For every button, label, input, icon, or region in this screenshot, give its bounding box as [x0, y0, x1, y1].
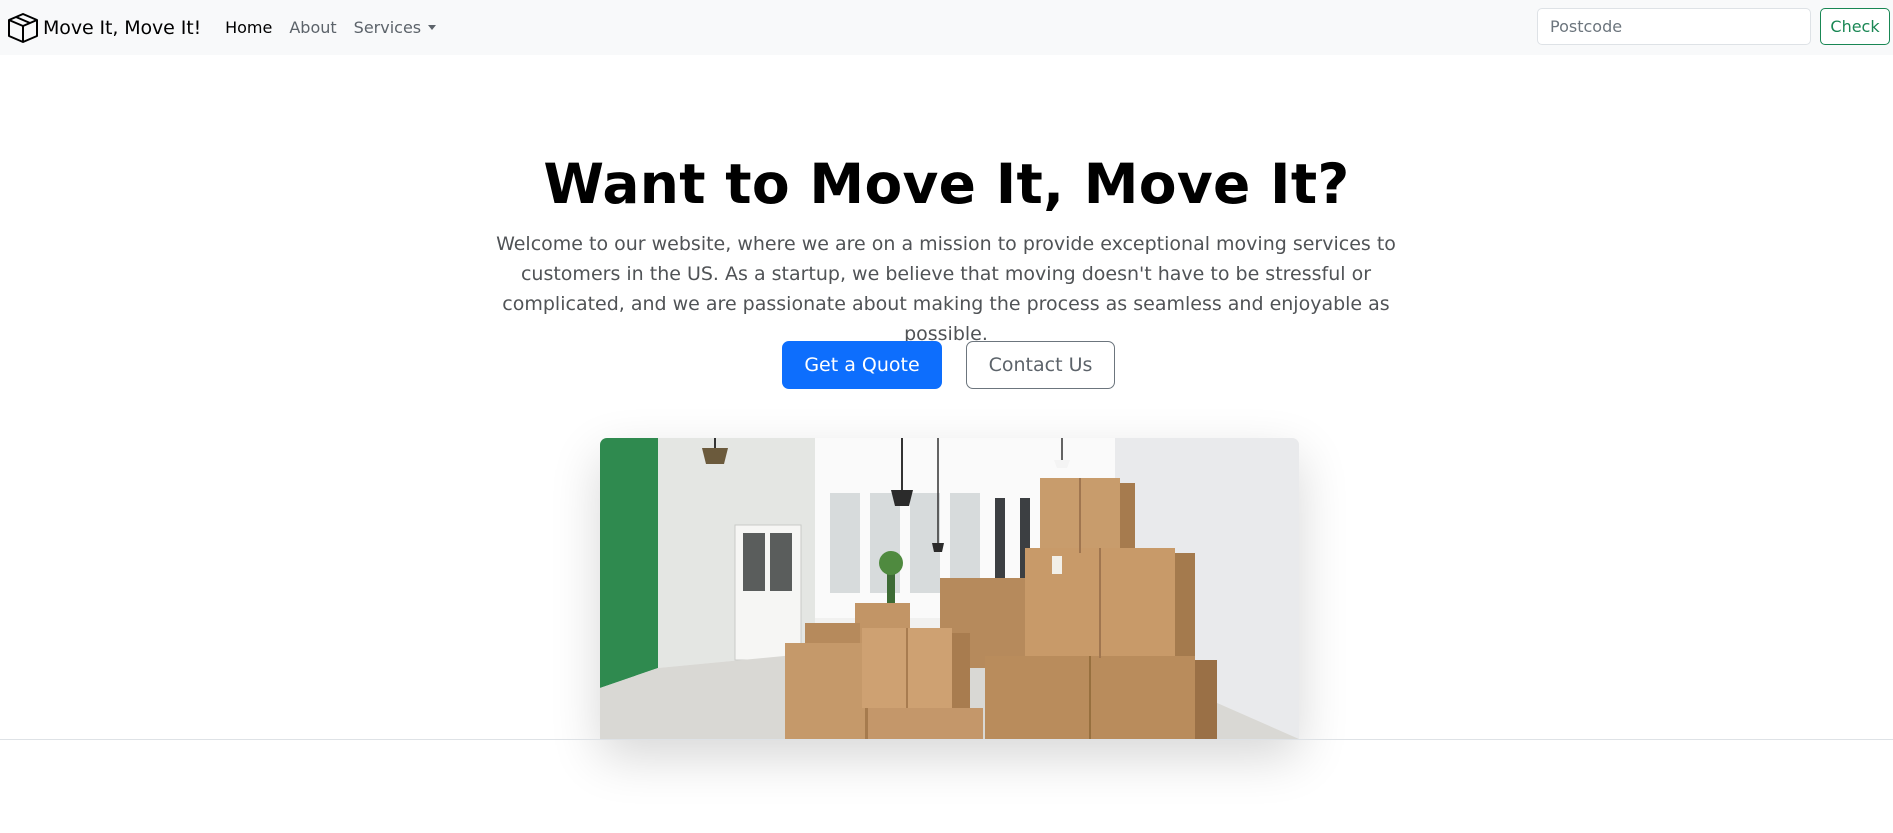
postcode-input[interactable] [1537, 8, 1811, 45]
moving-boxes-illustration [600, 438, 1299, 739]
contact-us-button[interactable]: Contact Us [966, 341, 1115, 389]
nav-link-services-label: Services [353, 18, 422, 37]
brand-name: Move It, Move It! [43, 16, 202, 39]
get-a-quote-button[interactable]: Get a Quote [782, 341, 942, 389]
nav-link-home[interactable]: Home [225, 18, 272, 37]
hero-title: Want to Move It, Move It? [543, 152, 1350, 216]
box-icon [8, 12, 38, 43]
navbar-brand[interactable]: Move It, Move It! [6, 11, 201, 45]
nav-link-services[interactable]: Services [353, 18, 437, 37]
nav-links: Home About Services [225, 18, 453, 37]
hero-lead: Welcome to our website, where we are on … [496, 233, 1396, 345]
hero-image [600, 438, 1299, 739]
navbar: Move It, Move It! Home About Services Ch… [0, 0, 1893, 55]
section-divider [0, 739, 1893, 740]
caret-down-icon [428, 25, 437, 30]
nav-link-about[interactable]: About [289, 18, 336, 37]
check-button[interactable]: Check [1820, 8, 1890, 45]
